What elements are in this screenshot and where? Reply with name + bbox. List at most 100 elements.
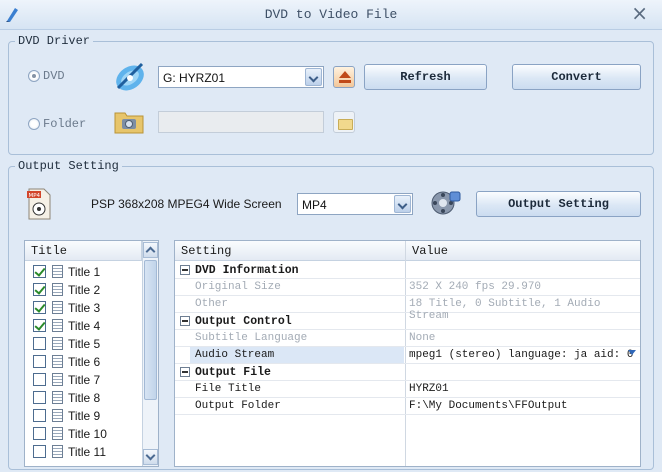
settings-film-icon[interactable] (430, 188, 462, 218)
title-checkbox[interactable] (33, 391, 46, 404)
convert-button[interactable]: Convert (512, 64, 641, 90)
dvd-radio[interactable] (28, 70, 40, 82)
property-grid: Setting Value DVD Information Original Si… (174, 240, 641, 467)
dvd-driver-group: DVD Driver (8, 34, 654, 155)
collapse-icon[interactable] (180, 316, 190, 326)
title-label: Title 3 (68, 301, 101, 315)
title-checkbox[interactable] (33, 445, 46, 458)
title-checkbox[interactable] (33, 265, 46, 278)
title-list-item[interactable]: Title 11 (31, 443, 141, 461)
title-label: Title 7 (68, 373, 101, 387)
grid-property-value[interactable]: mpeg1 (stereo) language: ja aid: 0 (409, 349, 633, 361)
window-title: DVD to Video File (264, 7, 398, 22)
drive-select-value: G: HYRZ01 (163, 71, 226, 85)
document-icon (52, 319, 63, 332)
grid-category-row[interactable]: Output Control (175, 313, 640, 330)
dvd-radio-label[interactable]: DVD (43, 69, 65, 83)
chevron-down-icon[interactable] (394, 195, 411, 213)
title-list-item[interactable]: Title 2 (31, 281, 141, 299)
grid-header-setting[interactable]: Setting (175, 241, 406, 261)
grid-property-name: Output Folder (195, 400, 281, 412)
title-list-header[interactable]: Title (25, 241, 142, 261)
document-icon (52, 337, 63, 350)
scroll-thumb[interactable] (144, 260, 157, 400)
title-checkbox[interactable] (33, 409, 46, 422)
grid-header-value[interactable]: Value (406, 241, 640, 261)
grid-property-row[interactable]: Subtitle Language None (175, 330, 640, 347)
output-setting-button[interactable]: Output Setting (476, 191, 641, 217)
grid-category-label: Output Control (195, 315, 292, 328)
title-label: Title 4 (68, 319, 101, 333)
title-checkbox[interactable] (33, 301, 46, 314)
eject-icon[interactable] (333, 66, 355, 88)
grid-property-value[interactable]: HYRZ01 (409, 383, 449, 395)
grid-category-label: DVD Information (195, 264, 299, 277)
grid-property-row[interactable]: Original Size 352 X 240 fps 29.970 (175, 279, 640, 296)
mp4-file-icon: MP4 (27, 188, 51, 220)
title-checkbox[interactable] (33, 319, 46, 332)
title-list-item[interactable]: Title 3 (31, 299, 141, 317)
title-label: Title 2 (68, 283, 101, 297)
grid-property-value: 352 X 240 fps 29.970 (409, 281, 542, 293)
title-list-item[interactable]: Title 10 (31, 425, 141, 443)
grid-property-value[interactable]: F:\My Documents\FFOutput (409, 400, 567, 412)
camera-folder-icon (114, 112, 144, 134)
scroll-up-icon[interactable] (143, 242, 158, 258)
folder-radio-label[interactable]: Folder (43, 117, 86, 131)
dvd-driver-legend: DVD Driver (15, 34, 94, 48)
grid-property-value: None (409, 332, 436, 344)
title-list-scrollbar[interactable] (142, 241, 158, 466)
title-label: Title 10 (68, 427, 107, 441)
output-setting-legend: Output Setting (15, 159, 122, 173)
grid-category-row[interactable]: DVD Information (175, 262, 640, 279)
title-label: Title 6 (68, 355, 101, 369)
title-list-item[interactable]: Title 7 (31, 371, 141, 389)
grid-property-row[interactable]: Output Folder F:\My Documents\FFOutput (175, 398, 640, 415)
title-list-item[interactable]: Title 9 (31, 407, 141, 425)
grid-property-row[interactable]: Audio Stream mpeg1 (stereo) language: ja … (175, 347, 640, 364)
title-bar: DVD to Video File × (0, 0, 662, 30)
document-icon (52, 355, 63, 368)
drive-select[interactable]: G: HYRZ01 (158, 66, 324, 88)
document-icon (52, 301, 63, 314)
title-checkbox[interactable] (33, 283, 46, 296)
document-icon (52, 265, 63, 278)
folder-radio[interactable] (28, 118, 40, 130)
title-checkbox[interactable] (33, 427, 46, 440)
refresh-button[interactable]: Refresh (364, 64, 487, 90)
close-icon[interactable]: × (631, 3, 648, 23)
title-list-item[interactable]: Title 5 (31, 335, 141, 353)
scroll-down-icon[interactable] (143, 449, 158, 465)
collapse-icon[interactable] (180, 367, 190, 377)
profile-name: PSP 368x208 MPEG4 Wide Screen (91, 197, 282, 211)
title-label: Title 1 (68, 265, 101, 279)
format-select[interactable]: MP4 (297, 193, 413, 215)
title-checkbox[interactable] (33, 337, 46, 350)
grid-property-name: Subtitle Language (195, 332, 308, 344)
collapse-icon[interactable] (180, 265, 190, 275)
grid-category-label: Output File (195, 366, 271, 379)
grid-property-name: File Title (195, 383, 262, 395)
title-list-item[interactable]: Title 4 (31, 317, 141, 335)
grid-property-name: Other (195, 298, 229, 310)
document-icon (52, 409, 63, 422)
browse-folder-icon[interactable] (333, 111, 355, 133)
title-list-item[interactable]: Title 6 (31, 353, 141, 371)
grid-property-row[interactable]: Other 18 Title, 0 Subtitle, 1 Audio Strea… (175, 296, 640, 322)
document-icon (52, 445, 63, 458)
title-checkbox[interactable] (33, 355, 46, 368)
chevron-down-icon[interactable] (305, 68, 322, 86)
folder-path-input[interactable] (158, 111, 324, 133)
grid-property-row[interactable]: File Title HYRZ01 (175, 381, 640, 398)
document-icon (52, 373, 63, 386)
grid-category-row[interactable]: Output File (175, 364, 640, 381)
title-list-item[interactable]: Title 1 (31, 263, 141, 281)
svg-text:MP4: MP4 (29, 193, 41, 199)
dropdown-arrow-icon[interactable] (628, 350, 636, 355)
document-icon (52, 283, 63, 296)
document-icon (52, 427, 63, 440)
title-list-item[interactable]: Title 8 (31, 389, 141, 407)
title-label: Title 8 (68, 391, 101, 405)
title-label: Title 5 (68, 337, 101, 351)
title-checkbox[interactable] (33, 373, 46, 386)
